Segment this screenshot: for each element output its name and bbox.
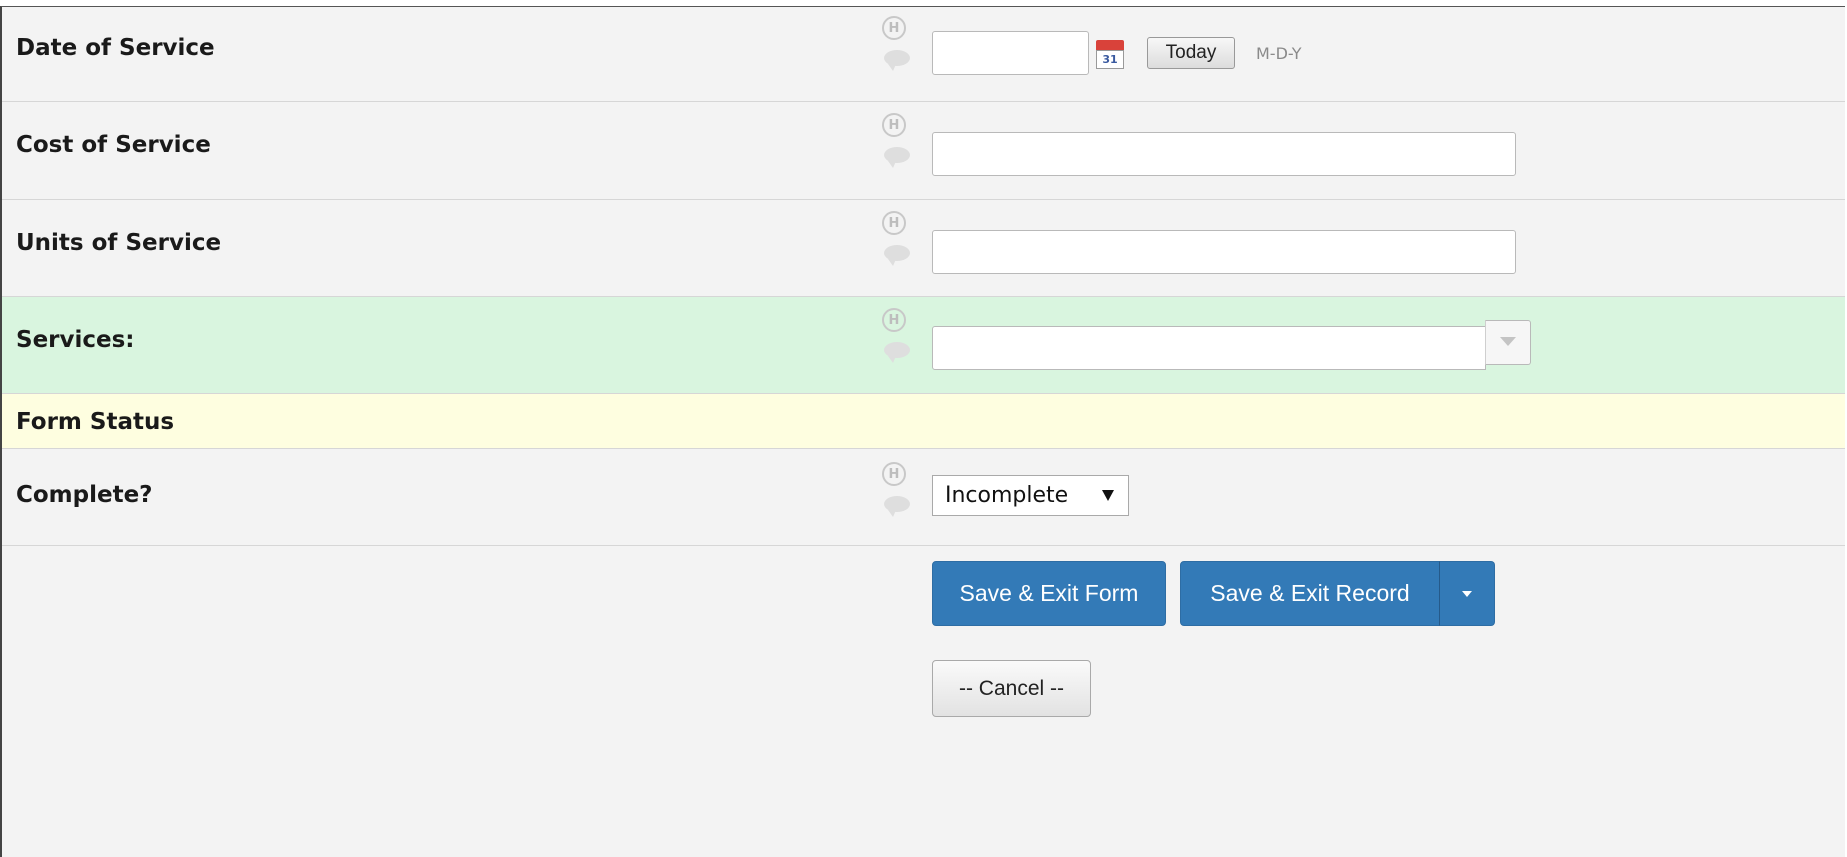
units-of-service-input[interactable]	[932, 230, 1516, 274]
save-options-dropdown-icon[interactable]	[1439, 561, 1495, 626]
field-label: Services:	[16, 327, 135, 353]
history-icon[interactable]: H	[882, 113, 906, 137]
row-cost-of-service: Cost of Service H	[2, 102, 1845, 200]
today-button[interactable]: Today	[1147, 37, 1235, 69]
form-status-header: Form Status	[2, 394, 1845, 449]
comment-icon[interactable]	[884, 342, 910, 363]
data-entry-form: Date of Service H 31 Today M-D-Y Cost of…	[0, 6, 1845, 857]
save-exit-form-button[interactable]: Save & Exit Form	[932, 561, 1166, 626]
history-icon[interactable]: H	[882, 462, 906, 486]
history-icon[interactable]: H	[882, 211, 906, 235]
field-label: Units of Service	[16, 230, 222, 256]
comment-icon[interactable]	[884, 147, 910, 168]
comment-icon[interactable]	[884, 50, 910, 71]
cancel-button[interactable]: -- Cancel --	[932, 660, 1091, 717]
field-label: Cost of Service	[16, 132, 211, 158]
history-icon[interactable]: H	[882, 16, 906, 40]
complete-status-select[interactable]: Incomplete	[932, 475, 1129, 516]
services-combobox-input[interactable]	[932, 326, 1486, 370]
calendar-icon[interactable]: 31	[1096, 38, 1124, 69]
date-format-hint: M-D-Y	[1256, 44, 1302, 63]
row-complete: Complete? H	[2, 449, 1845, 546]
cost-of-service-input[interactable]	[932, 132, 1516, 176]
comment-icon[interactable]	[884, 245, 910, 266]
history-icon[interactable]: H	[882, 308, 906, 332]
field-label: Date of Service	[16, 35, 215, 61]
row-services: Services: H	[2, 297, 1845, 394]
caret-down-icon	[1102, 490, 1114, 501]
field-label: Complete?	[16, 482, 153, 508]
select-value: Incomplete	[945, 483, 1069, 508]
comment-icon[interactable]	[884, 496, 910, 517]
save-exit-record-button[interactable]: Save & Exit Record	[1180, 561, 1440, 626]
row-date-of-service: Date of Service H 31 Today M-D-Y	[2, 7, 1845, 102]
date-of-service-input[interactable]	[932, 31, 1089, 75]
section-title: Form Status	[16, 409, 175, 435]
row-units-of-service: Units of Service H	[2, 200, 1845, 297]
services-dropdown-button[interactable]	[1485, 320, 1531, 365]
